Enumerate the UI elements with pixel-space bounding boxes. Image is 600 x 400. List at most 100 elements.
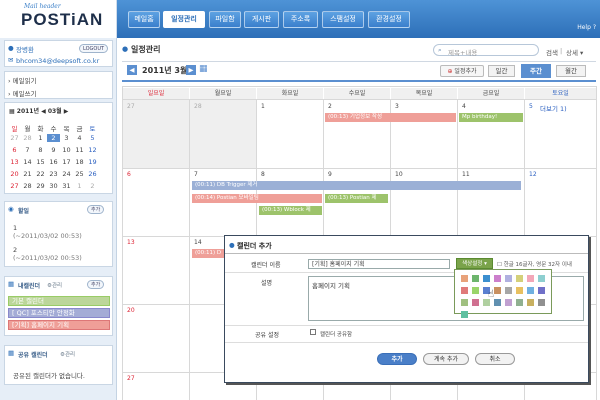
mini-date[interactable]: 24	[60, 170, 73, 178]
continue-add-button[interactable]: 계속 추가	[423, 353, 469, 365]
mini-date[interactable]: 4	[73, 134, 86, 142]
calendar-picker-icon[interactable]: ▦	[199, 64, 208, 74]
nav-settings[interactable]: 환경설정	[368, 11, 410, 28]
color-swatch[interactable]	[505, 275, 512, 282]
next-month-button[interactable]: ▶	[64, 108, 69, 115]
color-settings-button[interactable]: 색상설정 ▾	[456, 258, 493, 269]
mini-date[interactable]: 5	[86, 134, 99, 142]
more-events-link[interactable]: 더보기 1)	[540, 103, 567, 113]
shared-manage[interactable]: ⚙관리	[60, 350, 75, 358]
search-button[interactable]: 검색	[546, 47, 558, 57]
color-swatch[interactable]	[483, 275, 490, 282]
mini-date[interactable]: 23	[47, 170, 60, 178]
color-swatch[interactable]	[494, 275, 501, 282]
color-swatch[interactable]	[472, 287, 479, 294]
day-cell-outside[interactable]	[190, 100, 256, 168]
color-swatch[interactable]	[538, 275, 545, 282]
color-swatch[interactable]	[472, 275, 479, 282]
mini-date[interactable]: 28	[21, 134, 34, 142]
mini-date[interactable]: 2	[47, 134, 60, 142]
todo-add-button[interactable]: 추가	[87, 205, 105, 214]
event-bar[interactable]: (00:11) DB Trigger 제거	[192, 181, 521, 190]
mini-date[interactable]: 14	[21, 158, 34, 166]
calendar-name-input[interactable]: [기획] 홈페이지 기획	[308, 259, 450, 269]
nav-addressbook[interactable]: 주소록	[283, 11, 318, 28]
tab-weekly[interactable]: 주간	[521, 64, 551, 78]
mini-date[interactable]: 27	[8, 182, 21, 190]
mini-date[interactable]: 2	[86, 182, 99, 190]
prev-month-arrow[interactable]: ◀	[127, 65, 137, 75]
color-swatch[interactable]	[505, 287, 512, 294]
event-bar[interactable]: (00:14) Postian 모바일팀	[192, 194, 322, 203]
mini-date[interactable]: 12	[86, 146, 99, 154]
search-input[interactable]: ⌕ 제목+내용	[433, 44, 539, 57]
color-swatch[interactable]	[483, 299, 490, 306]
logout-button[interactable]: LOGOUT	[79, 44, 109, 53]
color-swatch[interactable]	[494, 299, 501, 306]
mini-date[interactable]: 22	[34, 170, 47, 178]
mini-date[interactable]: 15	[34, 158, 47, 166]
cancel-button[interactable]: 취소	[475, 353, 515, 365]
mini-date[interactable]: 27	[8, 134, 21, 142]
mini-date[interactable]: 13	[8, 158, 21, 166]
color-swatch[interactable]	[472, 299, 479, 306]
mini-date[interactable]: 18	[73, 158, 86, 166]
color-swatch[interactable]	[538, 299, 545, 306]
prev-month-button[interactable]: ◀	[41, 108, 46, 115]
mini-date[interactable]: 1	[34, 134, 47, 142]
color-swatch[interactable]	[527, 299, 534, 306]
color-swatch[interactable]	[516, 299, 523, 306]
color-swatch[interactable]	[516, 287, 523, 294]
color-swatch[interactable]	[494, 287, 501, 294]
mini-date[interactable]: 11	[73, 146, 86, 154]
mini-date[interactable]: 3	[60, 134, 73, 142]
link-read-mail[interactable]: › 메일읽기	[8, 75, 37, 85]
calendar-item-qc[interactable]: [ QC] 포스티안 안정화	[8, 308, 110, 318]
color-swatch[interactable]	[461, 275, 468, 282]
mini-date[interactable]: 1	[73, 182, 86, 190]
color-swatch[interactable]	[461, 287, 468, 294]
tab-daily[interactable]: 일간	[488, 65, 515, 77]
mini-date[interactable]: 30	[47, 182, 60, 190]
nav-board[interactable]: 게시판	[244, 11, 279, 28]
mini-date[interactable]: 19	[86, 158, 99, 166]
mini-date[interactable]: 9	[47, 146, 60, 154]
detail-search-button[interactable]: 상세 ▾	[566, 47, 583, 57]
mini-date[interactable]: 6	[8, 146, 21, 154]
color-swatch[interactable]	[538, 287, 545, 294]
tab-monthly[interactable]: 월간	[556, 65, 586, 77]
event-bar[interactable]: Mp birthday!	[459, 113, 523, 122]
event-bar[interactable]: (00:13) Wblock 제	[259, 206, 322, 215]
nav-spam[interactable]: 스팸설정	[322, 11, 364, 28]
mini-date[interactable]: 8	[34, 146, 47, 154]
add-button[interactable]: 추가	[377, 353, 417, 365]
add-schedule-button[interactable]: ⊕ 일정추가	[440, 65, 484, 77]
todo-item[interactable]: 1 (~2011/03/02 00:53)	[13, 224, 82, 240]
next-month-arrow[interactable]: ▶	[186, 65, 196, 75]
mini-date[interactable]: 7	[21, 146, 34, 154]
mini-date[interactable]: 29	[34, 182, 47, 190]
share-checkbox[interactable]	[310, 329, 316, 335]
color-swatch[interactable]	[461, 299, 468, 306]
nav-schedule[interactable]: 일정관리	[163, 11, 205, 28]
day-cell-outside[interactable]	[123, 100, 189, 168]
mini-date[interactable]: 16	[47, 158, 60, 166]
color-swatch[interactable]	[461, 311, 468, 318]
event-bar[interactable]: (00:13) Postian 제	[325, 194, 388, 203]
color-swatch[interactable]	[516, 275, 523, 282]
link-write-mail[interactable]: › 메일쓰기	[8, 88, 37, 98]
color-swatch[interactable]	[527, 287, 534, 294]
event-bar[interactable]: (00:13) 기업정보 작성	[325, 113, 456, 122]
color-swatch[interactable]	[527, 275, 534, 282]
mini-date[interactable]: 25	[73, 170, 86, 178]
logo[interactable]: Mail header POSTiAN	[0, 0, 117, 38]
nav-mail-home[interactable]: 메일홈	[128, 11, 160, 28]
mini-date[interactable]: 28	[21, 182, 34, 190]
calendar-add-button[interactable]: 추가	[87, 280, 105, 289]
mini-date[interactable]: 31	[60, 182, 73, 190]
mini-date[interactable]: 26	[86, 170, 99, 178]
mini-date[interactable]: 10	[60, 146, 73, 154]
calendar-item-default[interactable]: 기본 캘린더	[8, 296, 110, 306]
color-swatch[interactable]	[505, 299, 512, 306]
mini-date[interactable]: 21	[21, 170, 34, 178]
